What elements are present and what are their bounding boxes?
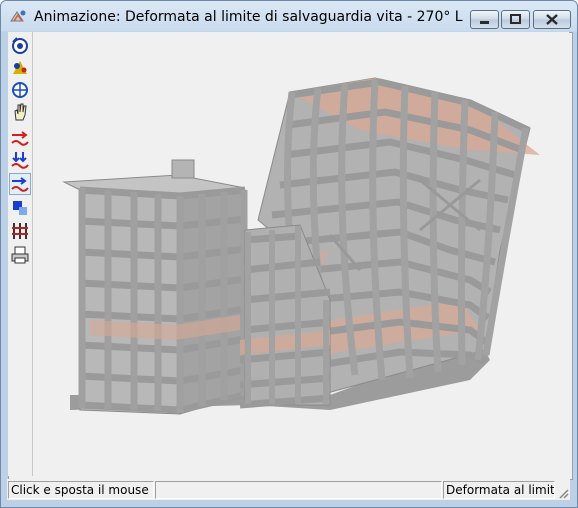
view-options-icon[interactable] <box>10 58 30 78</box>
color-scale-icon[interactable] <box>10 198 30 218</box>
status-bar: Click e sposta il mouse per Deformata al… <box>7 479 570 500</box>
status-middle <box>155 481 442 499</box>
pan-hand-icon[interactable] <box>10 102 30 122</box>
minimize-button[interactable] <box>470 10 499 29</box>
deform-animation-icon[interactable] <box>9 173 31 195</box>
title-bar[interactable]: Animazione: Deformata al limite di salva… <box>1 1 577 33</box>
3d-model-viewport[interactable] <box>33 32 569 476</box>
vertical-toolbar <box>8 32 33 476</box>
elements-filter-icon[interactable] <box>10 221 30 241</box>
orbit-rotate-icon[interactable] <box>10 36 30 56</box>
deform-y-icon[interactable] <box>10 150 30 170</box>
status-mode: Deformata al limite c <box>443 481 555 499</box>
status-hint: Click e sposta il mouse per <box>8 481 154 499</box>
app-icon <box>9 9 27 25</box>
window-title: Animazione: Deformata al limite di salva… <box>34 9 464 25</box>
maximize-button[interactable] <box>501 10 530 29</box>
building-model <box>62 77 540 415</box>
close-button[interactable] <box>533 10 571 29</box>
deform-x-icon[interactable] <box>10 128 30 148</box>
left-tower <box>62 159 248 415</box>
resize-grip-icon[interactable] <box>557 487 569 499</box>
center-view-icon[interactable] <box>10 80 30 100</box>
print-icon[interactable] <box>10 245 30 265</box>
